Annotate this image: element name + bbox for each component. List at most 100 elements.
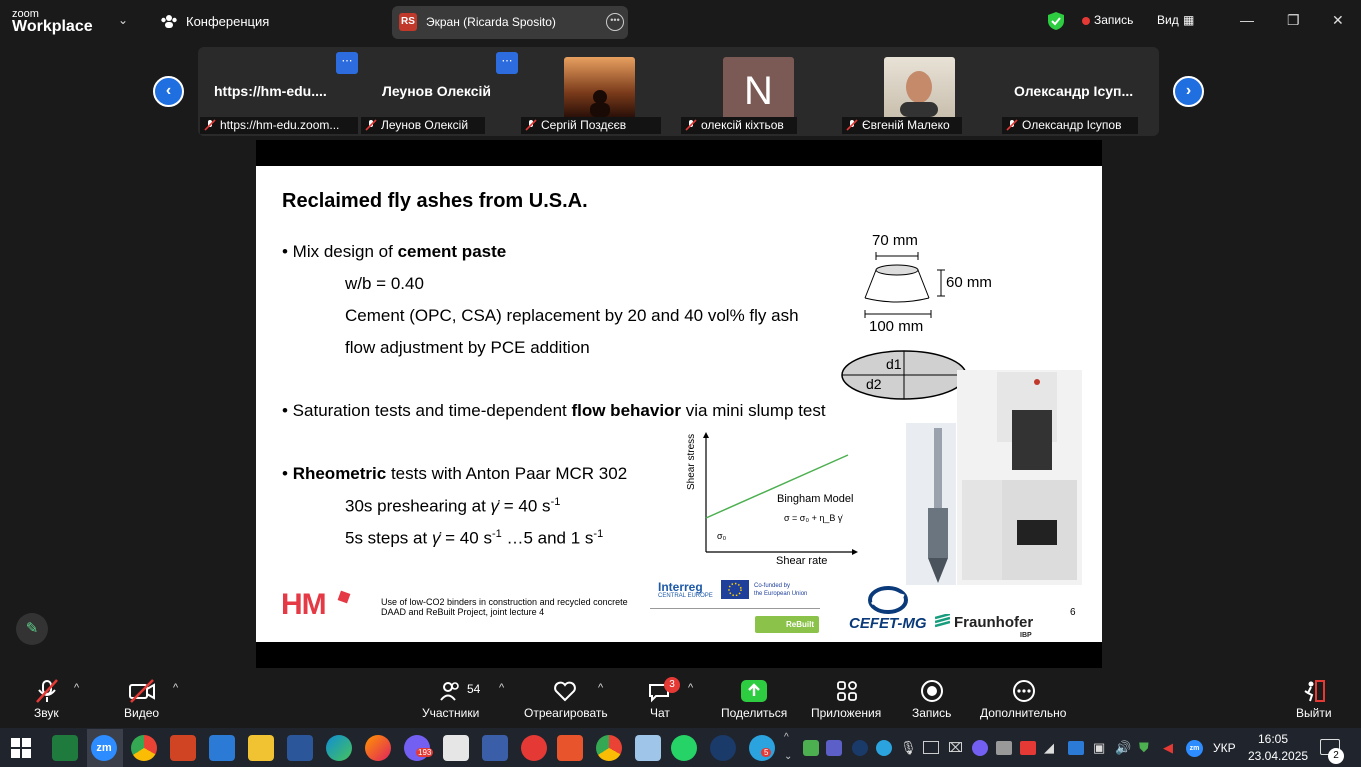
app-map-icon[interactable]: [635, 735, 661, 761]
tray-blue-icon[interactable]: [1068, 741, 1084, 755]
participant-avatar: N: [723, 57, 794, 117]
security-shield-icon[interactable]: [1047, 11, 1065, 31]
tray-scroll-down-icon[interactable]: ⌄: [784, 751, 792, 762]
participants-button[interactable]: Участники: [422, 706, 479, 720]
firefox-icon[interactable]: [365, 735, 391, 761]
react-options-caret[interactable]: ^: [598, 682, 603, 694]
chevron-down-icon[interactable]: ⌄: [118, 13, 128, 27]
chat-button[interactable]: Чат: [650, 706, 670, 720]
tray-network-icon[interactable]: ◢: [1044, 740, 1054, 756]
app-s-red-icon[interactable]: [557, 735, 583, 761]
dim-side: 60 mm: [946, 274, 992, 291]
record-dot-icon: [1082, 17, 1090, 25]
dim-bottom: 100 mm: [869, 318, 924, 335]
participants-icon[interactable]: [440, 680, 462, 707]
chrome-profile-icon[interactable]: [596, 735, 622, 761]
tray-red-icon[interactable]: [1020, 741, 1036, 755]
fraunhofer-mark: [934, 612, 951, 628]
document-icon[interactable]: [443, 735, 469, 761]
tray-monitor-icon[interactable]: [923, 741, 939, 754]
app-webex-icon[interactable]: [710, 735, 736, 761]
chart-x-label: Shear rate: [776, 555, 828, 567]
chat-badge: 3: [664, 677, 680, 693]
record-icon[interactable]: [920, 679, 944, 708]
video-options-caret[interactable]: ^: [173, 682, 178, 694]
powerpoint-icon[interactable]: [170, 735, 196, 761]
tray-telegram-icon[interactable]: [876, 740, 892, 756]
mic-muted-icon[interactable]: [34, 678, 60, 709]
people-icon: [160, 14, 178, 30]
dim-top: 70 mm: [872, 232, 918, 249]
tray-device-icon[interactable]: [996, 741, 1012, 755]
next-page-button[interactable]: ›: [1173, 76, 1204, 107]
apps-icon[interactable]: [836, 680, 858, 707]
tray-scroll-up-icon[interactable]: ^: [784, 732, 789, 743]
zoom-icon[interactable]: zm: [91, 735, 117, 761]
participant-video: [884, 57, 955, 117]
close-icon[interactable]: ✕: [1332, 12, 1344, 29]
tray-usb-icon[interactable]: ⌧: [948, 740, 963, 756]
tray-volume-icon[interactable]: 🔊: [1115, 740, 1131, 756]
eu-text-1: Co-funded by: [754, 583, 791, 589]
record-indicator[interactable]: Запись: [1094, 13, 1133, 27]
tray-mic-icon[interactable]: 🎙: [900, 740, 917, 756]
annotate-pen-icon[interactable]: ✎: [16, 613, 48, 645]
clock-date[interactable]: 23.04.2025: [1248, 749, 1308, 763]
save-floppy-icon[interactable]: [482, 735, 508, 761]
app-brand: Workplace: [12, 18, 93, 35]
bullet-line: Cement (OPC, CSA) replacement by 20 and …: [345, 306, 799, 325]
tray-viber-icon[interactable]: [972, 740, 988, 756]
more-options-icon[interactable]: •••: [606, 13, 624, 31]
video-off-icon[interactable]: [128, 678, 156, 709]
more-button[interactable]: Дополнительно: [980, 706, 1066, 720]
windows-start-icon[interactable]: [11, 738, 31, 763]
react-button[interactable]: Отреагировать: [524, 706, 608, 720]
leave-button[interactable]: Выйти: [1296, 706, 1332, 720]
share-screen-icon[interactable]: [741, 680, 767, 702]
teams-icon[interactable]: [826, 740, 842, 756]
excel-icon[interactable]: [52, 735, 78, 761]
interreg-logo: Interreg: [658, 580, 703, 594]
conference-menu[interactable]: Конференция: [186, 14, 269, 29]
tray-webex-icon[interactable]: [852, 740, 868, 756]
participants-options-caret[interactable]: ^: [499, 682, 504, 694]
minimize-icon[interactable]: —: [1240, 12, 1254, 28]
view-menu[interactable]: Вид: [1157, 13, 1179, 27]
tray-shield-icon[interactable]: ⛊: [1139, 740, 1149, 756]
video-button[interactable]: Видео: [124, 706, 159, 720]
chat-options-caret[interactable]: ^: [688, 682, 693, 694]
audio-options-caret[interactable]: ^: [74, 682, 79, 694]
app-red-icon[interactable]: [521, 735, 547, 761]
viber-badge: 193: [416, 748, 434, 757]
word-icon[interactable]: [287, 735, 313, 761]
bullet-line: 30s preshearing at γ̇ = 40 s-1: [345, 496, 561, 516]
tray-zoom-icon[interactable]: zm: [1186, 740, 1203, 757]
tile-menu-icon[interactable]: ⋯: [496, 52, 518, 74]
tray-app-icon[interactable]: [803, 740, 819, 756]
apps-button[interactable]: Приложения: [811, 706, 881, 720]
bingham-line: [705, 454, 849, 519]
whatsapp-icon[interactable]: [671, 735, 697, 761]
edge-icon[interactable]: [326, 735, 352, 761]
participant-tile-name: https://hm-edu....: [214, 83, 327, 99]
file-explorer-icon[interactable]: [248, 735, 274, 761]
more-icon[interactable]: [1012, 679, 1036, 708]
audio-button[interactable]: Звук: [34, 706, 59, 720]
participant-label: Сергій Поздєєв: [521, 117, 661, 134]
tile-menu-icon[interactable]: ⋯: [336, 52, 358, 74]
prev-page-button[interactable]: ‹: [153, 76, 184, 107]
react-heart-icon[interactable]: [553, 680, 577, 707]
record-button[interactable]: Запись: [912, 706, 951, 720]
bullet-mix-design: • Mix design of cement paste: [282, 242, 507, 261]
logo-divider: [650, 608, 820, 609]
clock-time[interactable]: 16:05: [1258, 732, 1288, 746]
chrome-icon[interactable]: [131, 735, 157, 761]
leave-icon[interactable]: [1302, 679, 1326, 708]
restore-icon[interactable]: ❐: [1287, 12, 1300, 29]
app-s-icon[interactable]: [209, 735, 235, 761]
tray-speaker-muted-icon[interactable]: ◀: [1163, 740, 1173, 756]
share-button[interactable]: Поделиться: [721, 706, 787, 720]
screen-share-label: Экран (Ricarda Sposito): [426, 15, 556, 29]
input-language[interactable]: УКР: [1213, 741, 1236, 755]
tray-camera-icon[interactable]: ▣: [1093, 740, 1105, 756]
